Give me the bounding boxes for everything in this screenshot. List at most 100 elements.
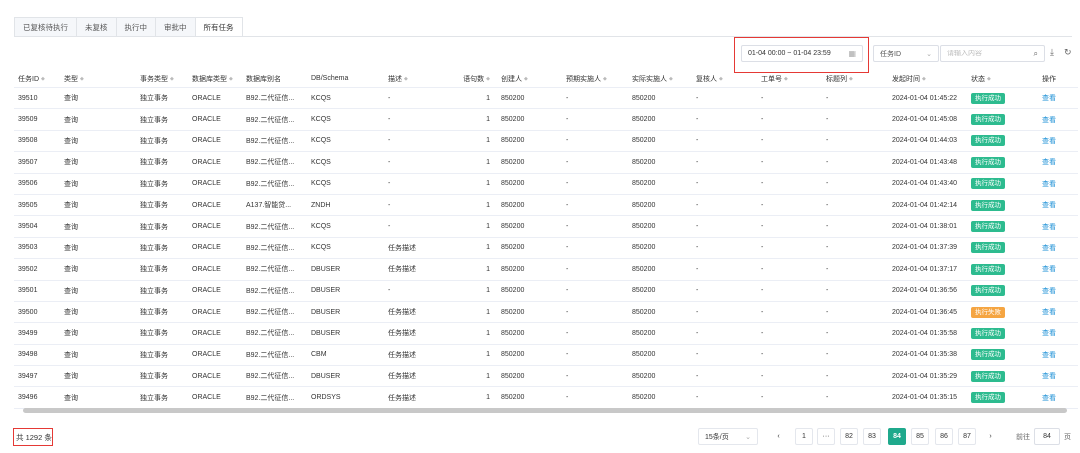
column-header[interactable]: 语句数 ◆ bbox=[454, 70, 490, 87]
column-header[interactable]: 复核人 ◆ bbox=[696, 70, 756, 87]
view-link[interactable]: 查看 bbox=[1042, 93, 1056, 103]
cell-schema: KCQS bbox=[311, 158, 331, 166]
column-header[interactable]: 工单号 ◆ bbox=[761, 70, 821, 87]
cell-ticket: - bbox=[761, 116, 764, 124]
column-header[interactable]: 数据库类型 ◆ bbox=[192, 70, 244, 87]
view-link[interactable]: 查看 bbox=[1042, 243, 1056, 253]
sort-icon[interactable]: ◆ bbox=[669, 76, 673, 82]
cell-desc: - bbox=[388, 116, 391, 124]
cell-action: 查看 bbox=[1042, 152, 1072, 172]
tab-item[interactable]: 已复核待执行 bbox=[14, 17, 76, 37]
cell-creator: 850200 bbox=[501, 158, 525, 166]
view-link[interactable]: 查看 bbox=[1042, 307, 1056, 317]
sort-icon[interactable]: ◆ bbox=[170, 76, 174, 82]
page-button[interactable]: 83 bbox=[863, 428, 881, 445]
cell-creator: 850200 bbox=[501, 287, 525, 295]
column-header[interactable]: 任务ID ◆ bbox=[18, 70, 58, 87]
view-link[interactable]: 查看 bbox=[1042, 350, 1056, 360]
table-row: 39510 查询 独立事务 ORACLE B92.二代征信... KCQS - 1 850200… bbox=[14, 88, 1078, 110]
tab-item[interactable]: 所有任务 bbox=[194, 17, 243, 37]
view-link[interactable]: 查看 bbox=[1042, 371, 1056, 381]
cell-desc: - bbox=[388, 180, 391, 188]
sort-icon[interactable]: ◆ bbox=[719, 76, 723, 82]
sort-icon[interactable]: ◆ bbox=[524, 76, 528, 82]
sort-icon[interactable]: ◆ bbox=[849, 76, 853, 82]
cell-action: 查看 bbox=[1042, 281, 1072, 301]
column-header[interactable]: 状态 ◆ bbox=[971, 70, 1027, 87]
cell-actual: 850200 bbox=[632, 137, 656, 145]
cell-schema: CBM bbox=[311, 351, 327, 359]
cell-ticket: - bbox=[761, 137, 764, 145]
cell-expected: - bbox=[566, 137, 569, 145]
sort-icon[interactable]: ◆ bbox=[229, 76, 233, 82]
tab-item[interactable]: 审批中 bbox=[155, 17, 195, 37]
page-button[interactable]: 86 bbox=[935, 428, 953, 445]
cell-id: 39505 bbox=[18, 201, 38, 209]
search-icon[interactable]: ⌕ bbox=[1034, 49, 1038, 59]
next-page-button[interactable]: › bbox=[982, 428, 999, 445]
view-link[interactable]: 查看 bbox=[1042, 328, 1056, 338]
status-badge: 执行成功 bbox=[971, 199, 1005, 211]
view-link[interactable]: 查看 bbox=[1042, 136, 1056, 146]
cell-tx: 独立事务 bbox=[140, 330, 168, 338]
horizontal-scrollbar[interactable] bbox=[23, 408, 1067, 413]
table-row: 39505 查询 独立事务 ORACLE A137.智能贷... ZNDH - 1 850200… bbox=[14, 195, 1078, 217]
sort-icon[interactable]: ◆ bbox=[80, 76, 84, 82]
page-size-select[interactable]: 15条/页 ⌄ bbox=[698, 428, 758, 445]
column-header[interactable]: 类型 ◆ bbox=[64, 70, 104, 87]
sort-icon[interactable]: ◆ bbox=[987, 76, 991, 82]
cell-schema: DBUSER bbox=[311, 265, 341, 273]
field-select[interactable]: 任务ID ⌄ bbox=[873, 45, 939, 62]
page-button[interactable]: 87 bbox=[958, 428, 976, 445]
view-link[interactable]: 查看 bbox=[1042, 179, 1056, 189]
sort-icon[interactable]: ◆ bbox=[603, 76, 607, 82]
cell-schema: KCQS bbox=[311, 180, 331, 188]
column-header[interactable]: 创建人 ◆ bbox=[501, 70, 561, 87]
prev-page-button[interactable]: ‹ bbox=[770, 428, 787, 445]
download-icon[interactable]: ⤓ bbox=[1050, 47, 1054, 58]
column-header[interactable]: 预期实施人 ◆ bbox=[566, 70, 626, 87]
tab-item[interactable]: 未复核 bbox=[76, 17, 116, 37]
page-button[interactable]: 84 bbox=[888, 428, 906, 445]
status-badge: 执行成功 bbox=[971, 156, 1005, 168]
page-ellipsis[interactable]: ··· bbox=[817, 428, 835, 445]
tab-item[interactable]: 执行中 bbox=[115, 17, 155, 37]
sort-icon[interactable]: ◆ bbox=[486, 76, 490, 82]
column-header[interactable]: 描述 ◆ bbox=[388, 70, 448, 87]
cell-status: 执行成功 bbox=[971, 387, 1027, 407]
cell-reviewer: - bbox=[696, 287, 699, 295]
column-header[interactable]: 事务类型 ◆ bbox=[140, 70, 190, 87]
view-link[interactable]: 查看 bbox=[1042, 200, 1056, 210]
cell-count: 1 bbox=[486, 201, 490, 209]
cell-schema: ZNDH bbox=[311, 201, 331, 209]
cell-title: - bbox=[826, 287, 829, 295]
cell-count: 1 bbox=[486, 137, 490, 145]
column-header[interactable]: 实际实施人 ◆ bbox=[632, 70, 694, 87]
view-link[interactable]: 查看 bbox=[1042, 222, 1056, 232]
cell-actual: 850200 bbox=[632, 201, 656, 209]
sort-icon[interactable]: ◆ bbox=[41, 76, 45, 82]
column-header[interactable]: 标题列 ◆ bbox=[826, 70, 886, 87]
sort-icon[interactable]: ◆ bbox=[784, 76, 788, 82]
goto-page-input[interactable]: 84 bbox=[1034, 428, 1060, 445]
cell-reviewer: - bbox=[696, 244, 699, 252]
page-button[interactable]: 85 bbox=[911, 428, 929, 445]
sort-icon[interactable]: ◆ bbox=[922, 76, 926, 82]
sort-icon[interactable]: ◆ bbox=[404, 76, 408, 82]
page-button[interactable]: 82 bbox=[840, 428, 858, 445]
view-link[interactable]: 查看 bbox=[1042, 393, 1056, 403]
refresh-icon[interactable]: ↻ bbox=[1064, 47, 1072, 58]
cell-tx: 独立事务 bbox=[140, 116, 168, 124]
view-link[interactable]: 查看 bbox=[1042, 115, 1056, 125]
view-link[interactable]: 查看 bbox=[1042, 157, 1056, 167]
page-button[interactable]: 1 bbox=[795, 428, 813, 445]
cell-schema: KCQS bbox=[311, 223, 331, 231]
date-range-picker[interactable]: 01-04 00:00 ~ 01-04 23:59 ▦ bbox=[741, 45, 863, 62]
view-link[interactable]: 查看 bbox=[1042, 264, 1056, 274]
cell-tx: 独立事务 bbox=[140, 180, 168, 188]
cell-expected: - bbox=[566, 351, 569, 359]
view-link[interactable]: 查看 bbox=[1042, 286, 1056, 296]
cell-alias: B92.二代征信... bbox=[246, 287, 295, 295]
search-input[interactable] bbox=[947, 50, 1034, 57]
cell-expected: - bbox=[566, 223, 569, 231]
